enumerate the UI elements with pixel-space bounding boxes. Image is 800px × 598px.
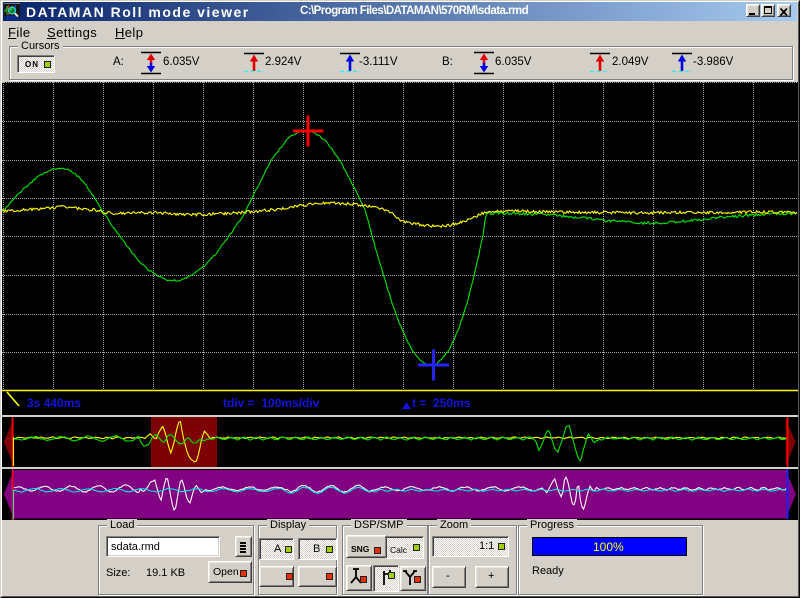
svg-text:tdiv = 100ms/div: tdiv = 100ms/div bbox=[223, 396, 320, 410]
svg-text:t = 250ms: t = 250ms bbox=[412, 396, 471, 410]
svg-text:3s 440ms: 3s 440ms bbox=[27, 396, 81, 410]
svg-text:RM: RM bbox=[7, 16, 16, 20]
